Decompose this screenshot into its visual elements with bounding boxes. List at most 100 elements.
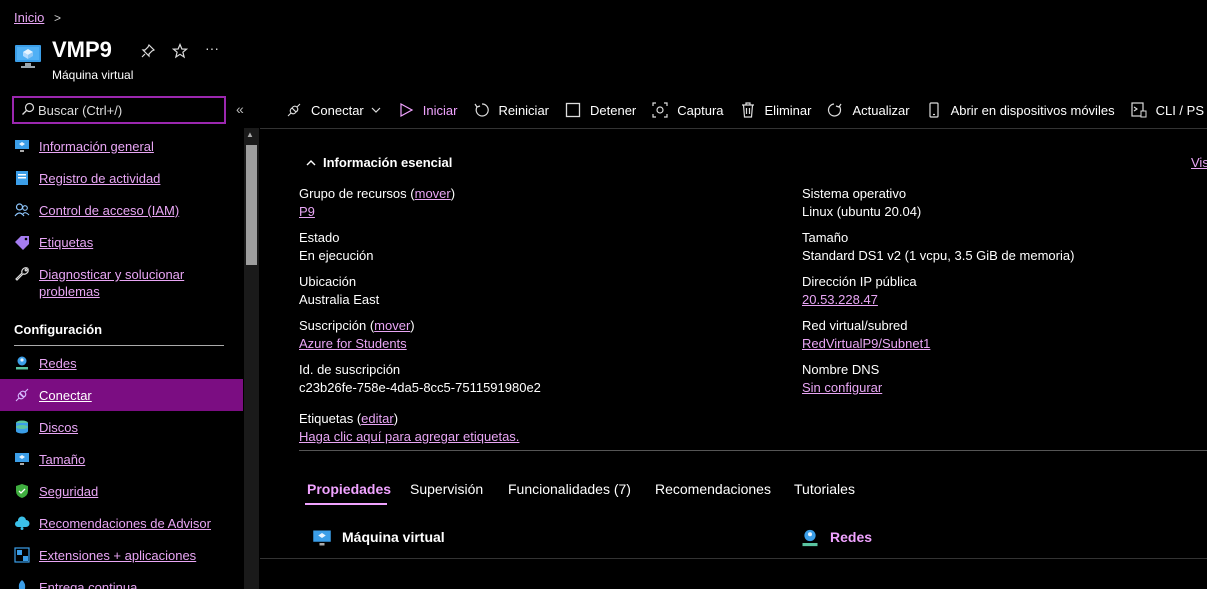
view-link[interactable]: Vis (1191, 155, 1207, 170)
sidebar-item-size[interactable]: Tamaño (0, 443, 243, 475)
sidebar-item-tags[interactable]: Etiquetas (0, 226, 243, 258)
sidebar-item-iam[interactable]: Control de acceso (IAM) (0, 194, 243, 226)
tab-capabilities[interactable]: Funcionalidades (7) (508, 481, 631, 497)
sidebar-item-label: Discos (39, 419, 79, 435)
sidebar-item-label: Redes (39, 355, 77, 371)
refresh-icon (828, 103, 842, 117)
subscription-value[interactable]: Azure for Students (299, 336, 407, 351)
capture-icon (652, 102, 668, 118)
plug-icon (287, 103, 301, 117)
restart-icon (474, 103, 490, 117)
log-icon (16, 171, 28, 185)
stop-button[interactable]: Detener (565, 102, 636, 118)
bottom-panel-edge (260, 558, 1207, 589)
essentials-toggle[interactable]: Información esencial (305, 155, 452, 170)
status-label: Estado (299, 230, 340, 245)
virtual-machine-icon (15, 45, 41, 68)
subscription-id-value: c23b26fe-758e-4da5-8cc5-7511591980e2 (299, 380, 541, 395)
trash-icon (741, 102, 754, 118)
sidebar-item-connect[interactable]: Conectar (0, 379, 243, 411)
command-toolbar: Conectar Iniciar Reiniciar Detener Captu… (286, 98, 1207, 122)
cli-ps-label: CLI / PS (1155, 102, 1204, 118)
network-section-title[interactable]: Redes (830, 529, 872, 545)
cloud-icon (15, 516, 30, 530)
cli-ps-button[interactable]: CLI / PS (1130, 102, 1204, 118)
sidebar-item-label: Control de acceso (IAM) (39, 202, 180, 218)
location-value: Australia East (299, 292, 380, 307)
sidebar-scroll-thumb[interactable] (246, 145, 257, 265)
disk-icon (16, 420, 28, 434)
tab-tutorials[interactable]: Tutoriales (794, 481, 855, 497)
sidebar-item-advisor[interactable]: Recomendaciones de Advisor (0, 507, 243, 539)
size-value: Standard DS1 v2 (1 vcpu, 3.5 GiB de memo… (802, 248, 1075, 263)
virtual-machine-icon (313, 530, 331, 546)
move-resource-group-link[interactable]: mover (415, 186, 451, 201)
size-label: Tamaño (802, 230, 849, 245)
sidebar-item-diagnose[interactable]: Diagnosticar y solucionar problemas (0, 258, 243, 306)
tags-label: Etiquetas (editar) (299, 411, 399, 426)
section-divider (14, 345, 224, 346)
open-mobile-label: Abrir en dispositivos móviles (950, 102, 1115, 118)
vnet-value[interactable]: RedVirtualP9/Subnet1 (802, 336, 930, 351)
tab-properties[interactable]: Propiedades (307, 481, 391, 497)
dns-label: Nombre DNS (802, 362, 880, 377)
resource-group-label-text: Grupo de recursos (299, 186, 407, 201)
monitor-icon (15, 140, 29, 152)
collapse-sidebar-icon[interactable]: « (236, 101, 244, 117)
stop-icon (565, 102, 581, 118)
more-options-icon[interactable]: ··· (205, 40, 219, 56)
start-button[interactable]: Iniciar (398, 102, 458, 118)
sidebar-item-activity-log[interactable]: Registro de actividad (0, 162, 243, 194)
connect-button[interactable]: Conectar (286, 102, 382, 118)
extension-icon (14, 547, 30, 563)
search-input[interactable] (38, 98, 218, 122)
active-tab-indicator (305, 503, 387, 505)
sidebar-item-overview[interactable]: Información general (0, 130, 243, 162)
breadcrumb-home-link[interactable]: Inicio (14, 10, 44, 25)
page-subtitle: Máquina virtual (52, 68, 134, 82)
network-icon (16, 356, 28, 370)
monitor-icon (15, 453, 29, 465)
wrench-icon (15, 267, 29, 281)
mobile-phone-icon (928, 102, 939, 118)
shield-icon (16, 484, 28, 498)
sidebar-item-label: Registro de actividad (39, 170, 161, 186)
tab-monitoring[interactable]: Supervisión (410, 481, 483, 497)
move-subscription-link[interactable]: mover (374, 318, 410, 333)
capture-label: Captura (677, 102, 724, 118)
sidebar-item-continuous-delivery[interactable]: Entrega continua (0, 571, 243, 589)
sidebar-item-disks[interactable]: Discos (0, 411, 243, 443)
sidebar-item-label: Recomendaciones de Advisor (39, 515, 211, 531)
scroll-up-arrow-icon[interactable]: ▲ (246, 130, 254, 139)
page-title: VMP9 (52, 37, 112, 62)
sidebar-item-label: Conectar (39, 387, 92, 403)
refresh-button[interactable]: Actualizar (827, 102, 910, 118)
sidebar-item-networking[interactable]: Redes (0, 347, 243, 379)
open-mobile-button[interactable]: Abrir en dispositivos móviles (926, 102, 1115, 118)
network-icon (802, 529, 818, 547)
pin-icon[interactable] (140, 43, 156, 59)
dns-value[interactable]: Sin configurar (802, 380, 882, 395)
sidebar-item-extensions[interactable]: Extensiones + aplicaciones (0, 539, 243, 571)
capture-button[interactable]: Captura (652, 102, 724, 118)
play-icon (400, 102, 414, 118)
sidebar-item-label: Diagnosticar y solucionar problemas (39, 267, 185, 299)
add-tags-link[interactable]: Haga clic aquí para agregar etiquetas. (299, 429, 519, 444)
status-value: En ejecución (299, 248, 374, 263)
vm-section-title: Máquina virtual (342, 529, 445, 545)
delete-button[interactable]: Eliminar (740, 102, 811, 118)
start-label: Iniciar (422, 102, 458, 118)
search-box[interactable] (12, 96, 226, 124)
star-icon[interactable] (172, 43, 188, 59)
location-label: Ubicación (299, 274, 357, 289)
sidebar-item-security[interactable]: Seguridad (0, 475, 243, 507)
edit-tags-link[interactable]: editar (361, 411, 394, 426)
resource-group-value[interactable]: P9 (299, 204, 315, 219)
essentials-heading: Información esencial (323, 155, 453, 170)
tab-recommendations[interactable]: Recomendaciones (655, 481, 771, 497)
chevron-right-icon: > (53, 11, 61, 25)
public-ip-value[interactable]: 20.53.228.47 (802, 292, 878, 307)
vnet-label: Red virtual/subred (802, 318, 908, 333)
breadcrumb: Inicio > (14, 10, 61, 25)
restart-button[interactable]: Reiniciar (473, 102, 549, 118)
